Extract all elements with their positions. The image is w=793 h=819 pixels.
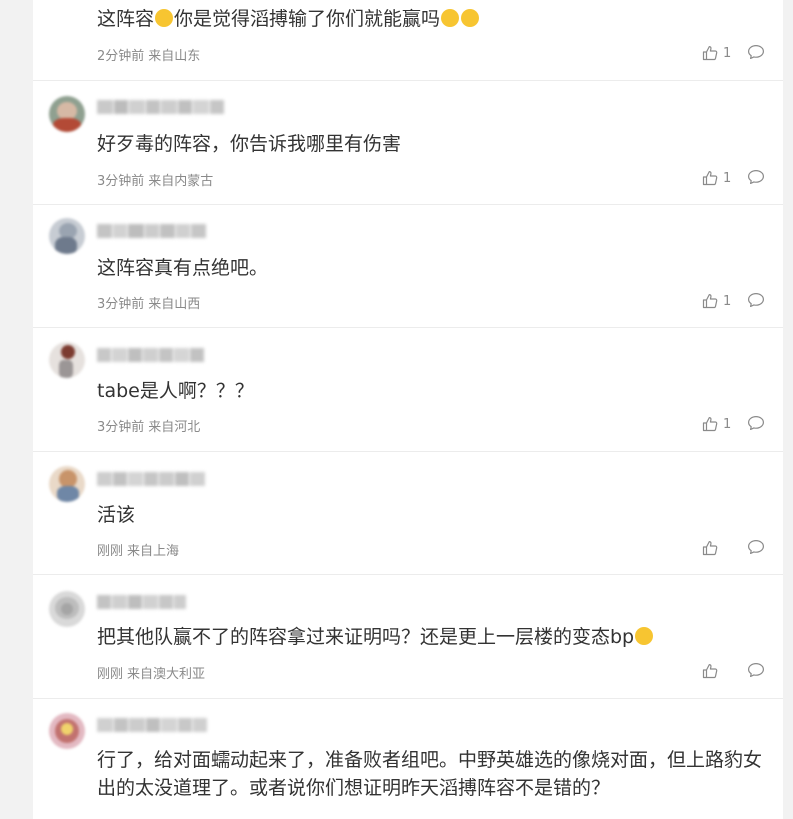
reply-button[interactable]	[747, 415, 765, 431]
comment-time: 2分钟前	[97, 49, 145, 64]
username-blurred	[97, 98, 225, 116]
reply-button[interactable]	[747, 44, 765, 60]
like-count: 1	[723, 170, 732, 186]
like-button[interactable]: 1	[702, 415, 731, 433]
comment-text: 把其他队赢不了的阵容拿过来证明吗？还是更上一层楼的变态bp	[97, 623, 654, 651]
like-button[interactable]	[702, 539, 723, 557]
comment-item: 活该 刚刚 来自上海	[33, 452, 783, 575]
thumbs-up-icon	[702, 170, 718, 186]
comment-text-part: 这阵容	[97, 8, 155, 30]
username-blurred	[97, 346, 205, 364]
thumbs-up-icon	[702, 416, 718, 432]
comment-bubble-icon	[747, 539, 765, 555]
avatar	[49, 713, 85, 749]
comment-time: 3分钟前	[97, 297, 145, 312]
comment-meta: 3分钟前 来自河北	[97, 416, 200, 435]
comment-item: tabe是人啊？？？ 3分钟前 来自河北 1	[33, 328, 783, 451]
comment-bubble-icon	[747, 662, 765, 678]
thumbs-up-icon	[702, 540, 718, 556]
comment-text-part: 把其他队赢不了的阵容拿过来证明吗？还是更上一层楼的变态bp	[97, 626, 635, 648]
like-button[interactable]: 1	[702, 292, 731, 310]
comment-meta: 3分钟前 来自山西	[97, 293, 200, 312]
comment-list-panel: 这阵容 你是觉得滔搏输了你们就能赢吗 2分钟前 来自山东 1 好歹毒的阵容，你告诉我…	[33, 0, 783, 819]
comment-meta: 刚刚 来自澳大利亚	[97, 663, 205, 682]
like-count: 1	[723, 416, 732, 432]
comment-text: tabe是人啊？？？	[97, 380, 254, 402]
like-count: 1	[723, 45, 732, 61]
reply-button[interactable]	[747, 662, 765, 678]
like-button[interactable]: 1	[702, 44, 731, 62]
comment-text: 这阵容真有点绝吧。	[97, 257, 269, 279]
reply-button[interactable]	[747, 539, 765, 555]
smile-emoji-icon	[461, 9, 480, 27]
comment-location: 来自山西	[148, 297, 201, 312]
comment-bubble-icon	[747, 415, 765, 431]
like-button[interactable]	[702, 662, 723, 680]
comment-text: 这阵容 你是觉得滔搏输了你们就能赢吗	[97, 5, 480, 33]
woozy-emoji-icon	[635, 627, 654, 645]
comment-meta: 2分钟前 来自山东	[97, 45, 200, 64]
avatar	[49, 591, 85, 627]
comment-bubble-icon	[747, 169, 765, 185]
comment-text: 行了，给对面蠕动起来了，准备败者组吧。中野英雄选的像烧对面，但上路豹女出的太没道…	[97, 749, 763, 799]
comment-location: 来自内蒙古	[148, 174, 214, 189]
comment-item: 这阵容 你是觉得滔搏输了你们就能赢吗 2分钟前 来自山东 1	[33, 0, 783, 80]
comment-item: 这阵容真有点绝吧。 3分钟前 来自山西 1	[33, 205, 783, 327]
comment-item: 行了，给对面蠕动起来了，准备败者组吧。中野英雄选的像烧对面，但上路豹女出的太没道…	[33, 699, 783, 819]
avatar	[49, 466, 85, 502]
reply-button[interactable]	[747, 292, 765, 308]
comment-text: 好歹毒的阵容，你告诉我哪里有伤害	[97, 133, 402, 155]
like-button[interactable]: 1	[702, 169, 731, 187]
smile-emoji-icon	[441, 9, 460, 27]
comment-location: 来自河北	[148, 420, 201, 435]
comment-bubble-icon	[747, 292, 765, 308]
comment-text: 活该	[97, 504, 136, 526]
thumbs-up-icon	[702, 663, 718, 679]
username-blurred	[97, 470, 206, 488]
comment-time: 刚刚	[97, 667, 124, 682]
thumbs-up-icon	[702, 293, 718, 309]
comment-meta: 刚刚 来自上海	[97, 540, 179, 559]
comment-location: 来自山东	[148, 49, 201, 64]
comment-time: 3分钟前	[97, 174, 145, 189]
avatar	[49, 96, 85, 132]
reply-button[interactable]	[747, 169, 765, 185]
username-blurred	[97, 716, 208, 734]
avatar	[49, 342, 85, 378]
comment-location: 来自澳大利亚	[127, 667, 206, 682]
smile-emoji-icon	[155, 9, 174, 27]
comment-item: 把其他队赢不了的阵容拿过来证明吗？还是更上一层楼的变态bp 刚刚 来自澳大利亚	[33, 575, 783, 698]
comment-text-part: 你是觉得滔搏输了你们就能赢吗	[174, 8, 441, 30]
username-blurred	[97, 593, 187, 611]
comment-time: 3分钟前	[97, 420, 145, 435]
comment-location: 来自上海	[127, 544, 180, 559]
thumbs-up-icon	[702, 45, 718, 61]
comment-meta: 3分钟前 来自内蒙古	[97, 170, 213, 189]
comment-item: 好歹毒的阵容，你告诉我哪里有伤害 3分钟前 来自内蒙古 1	[33, 81, 783, 204]
comment-time: 刚刚	[97, 544, 124, 559]
username-blurred	[97, 222, 207, 240]
comment-bubble-icon	[747, 44, 765, 60]
like-count: 1	[723, 293, 732, 309]
avatar	[49, 218, 85, 254]
